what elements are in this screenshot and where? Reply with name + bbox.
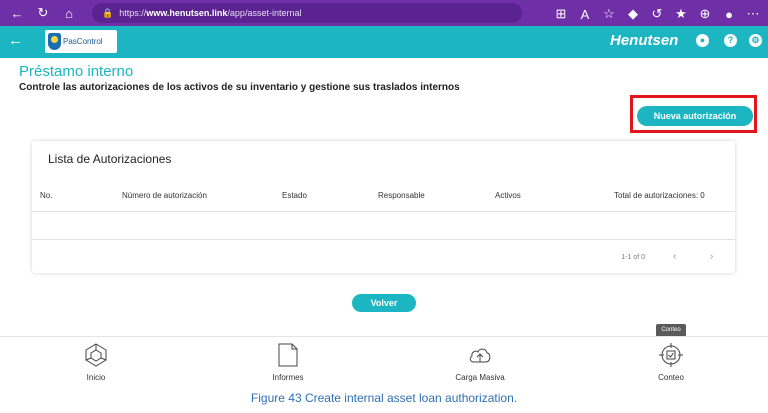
document-icon bbox=[278, 343, 298, 367]
target-icon bbox=[659, 343, 683, 367]
authorizations-card: Lista de Autorizaciones No. Número de au… bbox=[32, 141, 735, 273]
extensions-icon[interactable]: ◆ bbox=[622, 3, 644, 25]
column-header-assets: Activos bbox=[495, 191, 521, 200]
back-arrow-icon[interactable]: ← bbox=[8, 32, 23, 49]
app-header: ← PasControl Henutsen ● ? ⚙ bbox=[0, 26, 768, 58]
browser-toolbar: ← ↻ ⌂ 🔒 https://www.henutsen.link/app/as… bbox=[0, 0, 768, 26]
card-title: Lista de Autorizaciones bbox=[48, 152, 172, 166]
table-divider bbox=[32, 239, 735, 240]
prev-page-icon[interactable]: ‹ bbox=[673, 251, 676, 262]
company-logo: PasControl bbox=[45, 30, 117, 53]
nav-label: Conteo bbox=[658, 373, 684, 382]
favorites-icon[interactable]: ★ bbox=[670, 3, 692, 25]
address-bar[interactable]: 🔒 https://www.henutsen.link/app/asset-in… bbox=[92, 3, 522, 23]
logo-text: PasControl bbox=[63, 37, 103, 46]
settings-icon[interactable]: ⚙ bbox=[749, 34, 762, 47]
home-icon[interactable]: ⌂ bbox=[58, 2, 80, 24]
column-header-no: No. bbox=[40, 191, 53, 200]
browser-back-icon[interactable]: ← bbox=[6, 2, 28, 24]
reload-icon[interactable]: ↻ bbox=[32, 2, 54, 24]
url-prefix: https:// bbox=[119, 8, 147, 18]
bottom-navigation: Inicio Informes Carga Masiva Conteo bbox=[0, 336, 768, 384]
table-divider bbox=[32, 211, 735, 212]
apps-grid-icon[interactable]: ⊞ bbox=[550, 3, 572, 25]
profile-icon[interactable]: ● bbox=[718, 3, 740, 25]
url-domain: www.henutsen.link bbox=[146, 8, 228, 18]
nav-label: Carga Masiva bbox=[455, 373, 505, 382]
page-title: Préstamo interno bbox=[19, 63, 134, 80]
total-authorizations: Total de autorizaciones: 0 bbox=[614, 191, 705, 200]
column-header-authorization-number: Número de autorización bbox=[122, 191, 207, 200]
column-header-status: Estado bbox=[282, 191, 307, 200]
pagination-text: 1-1 of 0 bbox=[621, 254, 645, 261]
nav-label: Informes bbox=[272, 373, 304, 382]
favorite-add-icon[interactable]: ☆ bbox=[598, 3, 620, 25]
column-header-responsible: Responsable bbox=[378, 191, 425, 200]
user-icon[interactable]: ● bbox=[696, 34, 709, 47]
nav-tab-carga-masiva[interactable]: Carga Masiva bbox=[440, 337, 520, 385]
nav-label: Inicio bbox=[86, 373, 106, 382]
home-grid-icon bbox=[85, 343, 107, 367]
refresh-sync-icon[interactable]: ↺ bbox=[646, 3, 668, 25]
nav-tab-informes[interactable]: Informes bbox=[248, 337, 328, 385]
back-button[interactable]: Volver bbox=[352, 294, 416, 312]
nav-tab-inicio[interactable]: Inicio bbox=[56, 337, 136, 385]
new-authorization-button[interactable]: Nueva autorización bbox=[637, 106, 753, 126]
brand-name: Henutsen bbox=[610, 32, 679, 49]
help-icon[interactable]: ? bbox=[724, 34, 737, 47]
next-page-icon[interactable]: › bbox=[710, 251, 713, 262]
logo-mark-icon bbox=[48, 33, 61, 50]
read-aloud-icon[interactable]: A bbox=[574, 3, 596, 25]
url-path: /app/asset-internal bbox=[227, 8, 302, 18]
lock-icon: 🔒 bbox=[102, 7, 114, 18]
nav-tab-conteo[interactable]: Conteo bbox=[631, 337, 711, 385]
browser-actions: ⊞ A ☆ ◆ ↺ ★ ⊕ ● ⋯ bbox=[550, 3, 764, 25]
page-subtitle: Controle las autorizaciones de los activ… bbox=[19, 82, 460, 93]
more-options-icon[interactable]: ⋯ bbox=[742, 3, 764, 25]
figure-caption: Figure 43 Create internal asset loan aut… bbox=[250, 391, 518, 405]
collections-icon[interactable]: ⊕ bbox=[694, 3, 716, 25]
cloud-upload-icon bbox=[469, 348, 491, 363]
